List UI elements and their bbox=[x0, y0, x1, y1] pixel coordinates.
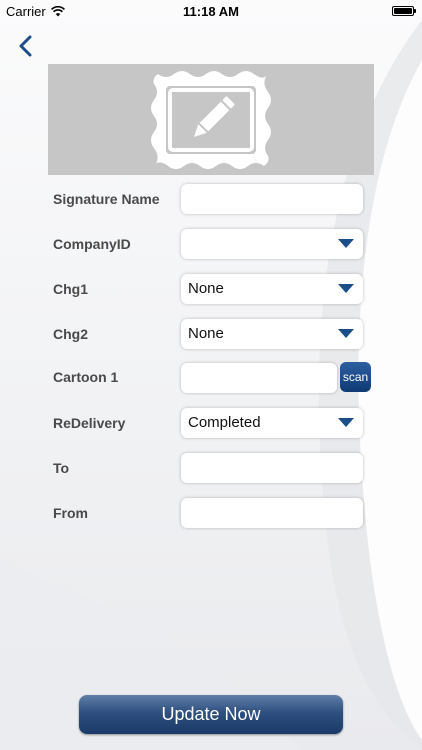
chg2-value: None bbox=[188, 325, 224, 342]
redelivery-select[interactable]: Completed bbox=[181, 408, 363, 438]
redelivery-value: Completed bbox=[188, 414, 261, 431]
signature-name-label: Signature Name bbox=[53, 191, 160, 207]
caret-down-icon bbox=[338, 329, 354, 338]
caret-down-icon bbox=[338, 284, 354, 293]
chg2-label: Chg2 bbox=[53, 326, 88, 342]
cartoon1-field[interactable] bbox=[181, 363, 337, 393]
from-label: From bbox=[53, 505, 88, 521]
signature-image-placeholder[interactable] bbox=[48, 64, 374, 175]
clock: 11:18 AM bbox=[183, 4, 239, 19]
redelivery-label: ReDelivery bbox=[53, 415, 126, 431]
cartoon1-input[interactable] bbox=[181, 363, 337, 393]
status-bar: Carrier 11:18 AM bbox=[0, 0, 422, 22]
from-input[interactable] bbox=[181, 498, 363, 528]
chg2-select[interactable]: None bbox=[181, 319, 363, 349]
chevron-left-icon bbox=[19, 35, 32, 57]
signature-name-field[interactable] bbox=[181, 184, 363, 214]
from-field[interactable] bbox=[181, 498, 363, 528]
chg1-value: None bbox=[188, 280, 224, 297]
battery-icon bbox=[392, 6, 416, 16]
signature-name-input[interactable] bbox=[181, 184, 363, 214]
back-button[interactable] bbox=[14, 32, 38, 60]
to-input[interactable] bbox=[181, 453, 363, 483]
company-id-select[interactable] bbox=[181, 229, 363, 259]
to-label: To bbox=[53, 460, 70, 476]
scan-button[interactable]: scan bbox=[340, 362, 371, 392]
caret-down-icon bbox=[338, 239, 354, 248]
caret-down-icon bbox=[338, 418, 354, 427]
chg1-select[interactable]: None bbox=[181, 274, 363, 304]
company-id-label: CompanyID bbox=[53, 236, 131, 252]
framed-pencil-icon bbox=[151, 71, 271, 169]
cartoon1-label: Cartoon 1 bbox=[53, 369, 119, 385]
to-field[interactable] bbox=[181, 453, 363, 483]
chg1-label: Chg1 bbox=[53, 281, 88, 297]
update-now-button[interactable]: Update Now bbox=[79, 695, 343, 734]
